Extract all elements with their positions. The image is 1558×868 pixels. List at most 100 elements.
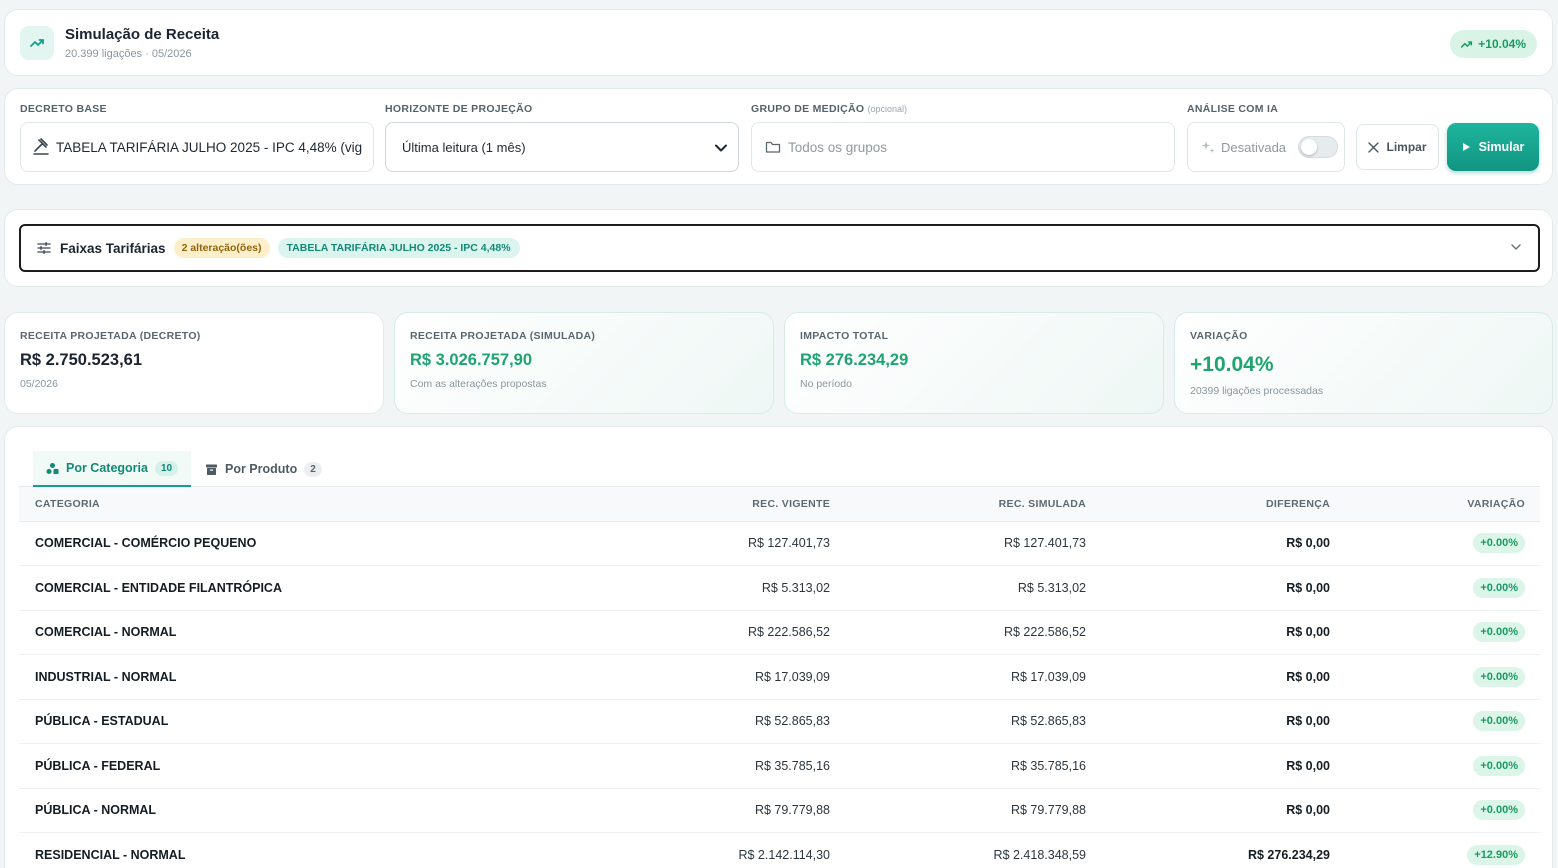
table-row[interactable]: COMERCIAL - NORMAL R$ 222.586,52 R$ 222.… [19,611,1540,655]
kpi-value: R$ 2.750.523,61 [20,351,143,369]
col-rec-simulada[interactable]: REC. SIMULADA [999,498,1086,510]
cell-variacao-badge: +0.00% [1473,755,1525,776]
table-row[interactable]: INDUSTRIAL - NORMAL R$ 17.039,09 R$ 17.0… [19,656,1540,700]
tab-por-produto[interactable]: Por Produto 2 [205,451,322,487]
page-subtitle: 20.399 ligações · 05/2026 [65,48,192,60]
cell-rec-simulada: R$ 5.313,02 [1017,580,1086,595]
cell-rec-vigente: R$ 2.142.114,30 [738,847,830,862]
table-row[interactable]: RESIDENCIAL - NORMAL R$ 2.142.114,30 R$ … [19,834,1540,868]
kpi-receita-decreto: RECEITA PROJETADA (DECRETO) R$ 2.750.523… [4,312,384,414]
sliders-icon [37,241,51,255]
table-header: CATEGORIA REC. VIGENTE REC. SIMULADA DIF… [19,487,1540,522]
kpi-variacao: VARIAÇÃO +10.04% 20399 ligações processa… [1174,312,1553,414]
decreto-badge: TABELA TARIFÁRIA JULHO 2025 - IPC 4,48% [277,238,520,258]
col-rec-vigente[interactable]: REC. VIGENTE [752,498,830,510]
cell-variacao-badge: +0.00% [1473,711,1525,731]
cell-rec-simulada: R$ 17.039,09 [1010,669,1086,684]
cell-categoria: INDUSTRIAL - NORMAL [35,669,177,684]
decreto-value: TABELA TARIFÁRIA JULHO 2025 - IPC 4,48% … [56,139,363,155]
cell-rec-simulada: R$ 222.586,52 [1003,625,1086,639]
table-row[interactable]: COMERCIAL - COMÉRCIO PEQUENO R$ 127.401,… [19,522,1540,566]
page-header: Simulação de Receita 20.399 ligações · 0… [4,9,1553,76]
cell-categoria: PÚBLICA - NORMAL [35,803,157,817]
decreto-label: DECRETO BASE [20,103,107,115]
kpi-sub: 05/2026 [20,378,58,390]
kpi-value: +10.04% [1190,353,1274,376]
horizonte-select[interactable]: Última leitura (1 mês) [385,122,739,172]
col-categoria[interactable]: CATEGORIA [35,498,100,510]
cell-variacao-badge: +12.90% [1467,844,1525,865]
cell-categoria: PÚBLICA - ESTADUAL [35,714,169,728]
cell-categoria: PÚBLICA - FEDERAL [35,758,161,773]
cell-variacao-badge: +0.00% [1473,533,1525,553]
grupo-input[interactable]: Todos os grupos [751,122,1175,172]
cell-rec-simulada: R$ 52.865,83 [1010,714,1086,728]
horizonte-label: HORIZONTE DE PROJEÇÃO [385,103,533,115]
cell-variacao-badge: +0.00% [1473,800,1525,820]
cell-variacao-badge: +0.00% [1473,577,1525,598]
tab-por-categoria[interactable]: Por Categoria 10 [33,451,192,487]
ia-status: Desativada [1221,139,1287,155]
cell-rec-simulada: R$ 2.418.348,59 [993,847,1086,862]
folder-icon [765,141,781,153]
variation-badge: +10.04% [1450,30,1537,58]
box-icon [206,464,217,475]
cell-diferenca: R$ 0,00 [1286,803,1330,817]
table-row[interactable]: COMERCIAL - ENTIDADE FILANTRÓPICA R$ 5.3… [19,567,1540,611]
tab-count: 10 [154,460,179,476]
kpi-label: RECEITA PROJETADA (DECRETO) [20,330,201,342]
cell-categoria: COMERCIAL - NORMAL [35,625,177,639]
close-icon [1368,141,1380,153]
table-row[interactable]: PÚBLICA - FEDERAL R$ 35.785,16 R$ 35.785… [19,745,1540,789]
sparkle-icon [1201,141,1215,153]
grupo-placeholder: Todos os grupos [788,139,888,155]
table-row[interactable]: PÚBLICA - ESTADUAL R$ 52.865,83 R$ 52.86… [19,700,1540,744]
kpi-sub: 20399 ligações processadas [1190,385,1324,397]
variation-badge-value: +10.04% [1478,37,1526,51]
simulation-controls: DECRETO BASE TABELA TARIFÁRIA JULHO 2025… [4,88,1553,185]
cell-variacao-badge: +0.00% [1473,622,1525,642]
cell-rec-vigente: R$ 52.865,83 [754,714,830,728]
horizonte-value: Última leitura (1 mês) [402,139,526,155]
kpi-label: VARIAÇÃO [1190,330,1248,342]
cell-rec-vigente: R$ 222.586,52 [747,625,830,639]
cell-categoria: COMERCIAL - COMÉRCIO PEQUENO [35,536,257,550]
kpi-label: IMPACTO TOTAL [800,330,889,342]
cell-rec-simulada: R$ 35.785,16 [1010,758,1086,773]
shapes-icon [46,462,59,474]
cell-diferenca: R$ 0,00 [1286,580,1330,595]
cell-diferenca: R$ 276.234,29 [1247,847,1330,862]
breakdown-tabs: Por Categoria 10 Por Produto 2 [19,451,1540,487]
tab-label: Por Categoria [66,461,148,475]
grupo-label-text: GRUPO DE MEDIÇÃO [751,103,865,115]
col-variacao[interactable]: VARIAÇÃO [1467,498,1525,510]
cell-rec-vigente: R$ 35.785,16 [754,758,830,773]
faixas-title: Faixas Tarifárias [60,240,166,256]
trending-up-icon [1461,40,1473,48]
grupo-label: GRUPO DE MEDIÇÃO (opcional) [751,103,907,115]
cell-diferenca: R$ 0,00 [1286,669,1330,684]
simulate-button[interactable]: Simular [1447,123,1539,171]
cell-diferenca: R$ 0,00 [1286,758,1330,773]
kpi-value: R$ 276.234,29 [800,351,909,369]
clear-button[interactable]: Limpar [1356,124,1439,170]
col-diferenca[interactable]: DIFERENÇA [1266,498,1330,510]
kpi-value: R$ 3.026.757,90 [410,351,533,369]
cell-rec-vigente: R$ 127.401,73 [747,536,830,550]
kpi-sub: No período [800,378,852,390]
changes-badge: 2 alteração(ões) [173,238,270,258]
ia-toggle[interactable] [1298,136,1339,158]
faixas-accordion-header[interactable]: Faixas Tarifárias 2 alteração(ões) TABEL… [19,224,1540,272]
table-row[interactable]: PÚBLICA - NORMAL R$ 79.779,88 R$ 79.779,… [19,789,1540,833]
tab-label: Por Produto [225,462,298,476]
gavel-icon [33,138,49,155]
toggle-knob [1301,139,1318,155]
cell-categoria: RESIDENCIAL - NORMAL [35,847,186,862]
faixas-section: Faixas Tarifárias 2 alteração(ões) TABEL… [4,209,1553,287]
kpi-sub: Com as alterações propostas [410,378,547,390]
decreto-select[interactable]: TABELA TARIFÁRIA JULHO 2025 - IPC 4,48% … [20,122,374,172]
page-title: Simulação de Receita [65,26,220,43]
clear-button-label: Limpar [1386,140,1427,154]
kpi-label: RECEITA PROJETADA (SIMULADA) [410,330,596,342]
cell-diferenca: R$ 0,00 [1286,625,1330,639]
